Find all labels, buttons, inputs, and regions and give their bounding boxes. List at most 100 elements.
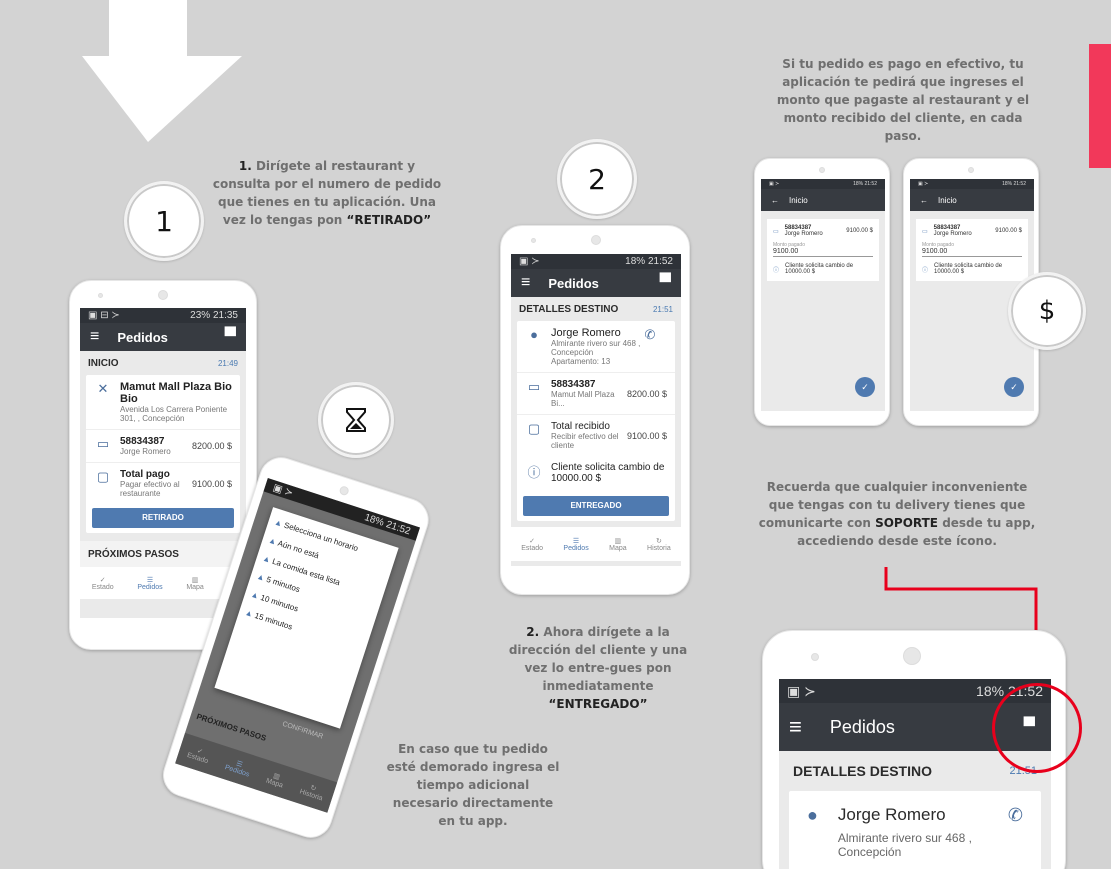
wallet-icon: ▢ [96, 469, 110, 484]
menu-icon[interactable]: ≡ [521, 274, 530, 292]
amount-input[interactable]: 9100.00 [922, 248, 1022, 257]
step-1-note: 1. Dirígete al restaurant y consulta por… [212, 157, 442, 229]
restaurant-address: Avenida Los Carrera Poniente 301, , Conc… [120, 405, 228, 423]
amount: 9100.00 $ [846, 228, 873, 234]
client-name: Jorge Romero [784, 231, 823, 237]
order-client: Jorge Romero [120, 447, 171, 456]
pay-title: Total pago [120, 469, 170, 480]
nav-pedidos[interactable]: ☰ Pedidos [563, 537, 588, 552]
nav-estado[interactable]: ✓ Estado [92, 576, 114, 591]
status-icons: ▣ ≻ [787, 682, 816, 699]
client-address: Almirante rivero sur 468 , Concepción [837, 831, 972, 859]
nav-mapa[interactable]: ▥ Mapa [609, 537, 627, 552]
amount: 9100.00 $ [995, 228, 1022, 234]
step-2-prefix: 2. [526, 625, 540, 639]
status-right: 18% 21:52 [363, 511, 412, 537]
amount-input[interactable]: 9100.00 [773, 248, 873, 257]
hourglass-icon [346, 408, 366, 432]
nav-estado[interactable]: ✓ Estado [521, 537, 543, 552]
section-title: DETALLES DESTINO [793, 763, 932, 779]
status-right: 18% 21:52 [1002, 181, 1026, 187]
order-id: 58834387 [551, 379, 596, 390]
step-2-number: 2 [588, 162, 606, 196]
change-request: Cliente solicita cambio de 10000.00 $ [934, 263, 1003, 275]
section-title: INICIO [88, 357, 119, 369]
step-1-prefix: 1. [238, 159, 252, 173]
app-title: Inicio [789, 195, 808, 205]
client-name: Jorge Romero [551, 327, 621, 339]
step-2-badge: 2 [557, 139, 637, 219]
back-icon[interactable]: ← [920, 196, 928, 205]
status-icons: ▣ ⊟ ≻ [88, 310, 120, 321]
phone-cash-1: ▣ ≻ 18% 21:52 ← Inicio ▭ 58834387 Jorge Rome… [754, 158, 890, 426]
person-icon: ● [807, 805, 818, 825]
app-title: Pedidos [117, 329, 168, 345]
person-icon: ● [530, 327, 538, 342]
dollar-badge: $ [1008, 272, 1086, 350]
phone-icon[interactable]: ✆ [1008, 805, 1023, 826]
nav-estado[interactable]: ✓ Estado [186, 744, 211, 765]
status-icons: ▣ ≻ [769, 181, 780, 187]
nav-historia[interactable]: ↻ Historia [647, 537, 671, 552]
received-amount: 9100.00 $ [626, 430, 667, 441]
delay-note: En caso que tu pedido esté demorado ingr… [386, 742, 560, 828]
order-icon: ▭ [527, 379, 541, 394]
section-time: 21:49 [217, 358, 238, 368]
chat-icon[interactable]: ▀ [225, 328, 236, 346]
step-1-highlight: “RETIRADO” [346, 213, 432, 227]
step-2-highlight: “ENTREGADO” [548, 697, 648, 711]
app-title: Pedidos [548, 275, 599, 291]
menu-icon[interactable]: ≡ [90, 328, 99, 346]
nav-pedidos[interactable]: ☰ Pedidos [137, 576, 162, 591]
time-select-dialog: ▲ Selecciona un horario ▲ Aún no está ▲ … [214, 507, 399, 729]
entregado-button[interactable]: ENTREGADO [523, 496, 669, 516]
status-icons: ▣ ≻ [918, 181, 929, 187]
nav-label: Estado [521, 544, 543, 552]
client-name: Jorge Romero [837, 805, 946, 824]
nav-mapa[interactable]: ▥ Mapa [186, 576, 204, 591]
brand-accent-bar [1089, 44, 1111, 168]
status-right: 18% 21:52 [853, 181, 877, 187]
status-icons: ▣ ≻ [519, 256, 540, 267]
dollar-sign: $ [1038, 296, 1056, 326]
nav-pedidos[interactable]: ☰ Pedidos [224, 756, 253, 778]
nav-label: Pedidos [563, 544, 589, 552]
nav-label: Mapa [609, 544, 627, 552]
hourglass-badge [318, 382, 394, 458]
down-arrow-graphic [82, 0, 242, 142]
order-restaurant: Mamut Mall Plaza Bi... [551, 390, 615, 408]
status-right: 23% 21:35 [190, 310, 238, 321]
nav-label: Estado [91, 583, 114, 591]
order-amount: 8200.00 $ [626, 388, 667, 399]
order-icon: ▭ [922, 228, 928, 235]
next-steps-title: PRÓXIMOS PASOS [88, 548, 179, 560]
back-icon[interactable]: ← [771, 196, 779, 205]
status-icons: ▣ ≻ [271, 481, 295, 499]
wallet-icon: ▢ [527, 421, 541, 436]
pay-subtitle: Pagar efectivo al restaurante [120, 480, 180, 498]
app-title: Inicio [938, 195, 957, 205]
support-note: Recuerda que cualquier inconveniente que… [757, 478, 1037, 550]
confirm-fab[interactable]: ✓ [1004, 377, 1024, 397]
pay-amount: 9100.00 $ [191, 478, 232, 489]
client-name: Jorge Romero [933, 231, 972, 237]
nav-label: Historia [647, 544, 671, 552]
phone-icon[interactable]: ✆ [641, 327, 659, 343]
change-request: Cliente solicita cambio de 10000.00 $ [785, 263, 854, 275]
nav-label: Mapa [186, 583, 204, 591]
retirado-button[interactable]: RETIRADO [92, 508, 234, 528]
phone-step-2: ▣ ≻ 18% 21:52 ≡ Pedidos ▀ DETALLES DESTINO 2… [500, 225, 690, 595]
confirm-fab[interactable]: ✓ [855, 377, 875, 397]
step-1-number: 1 [155, 204, 173, 238]
menu-icon[interactable]: ≡ [789, 714, 802, 740]
restaurant-name: Mamut Mall Plaza Bio Bio [120, 381, 232, 405]
step-2-note: 2. Ahora dirígete a la dirección del cli… [503, 623, 693, 713]
info-icon: ⓘ [773, 267, 780, 274]
chat-icon[interactable]: ▀ [660, 274, 671, 292]
confirm-button[interactable]: CONFIRMAR [281, 721, 323, 741]
restaurant-icon: ✕ [97, 381, 109, 396]
nav-historia[interactable]: ↻ Historia [299, 780, 326, 802]
nav-mapa[interactable]: ▥ Mapa [265, 769, 286, 789]
support-highlight-circle [992, 683, 1082, 773]
info-icon: ⓘ [922, 267, 929, 274]
